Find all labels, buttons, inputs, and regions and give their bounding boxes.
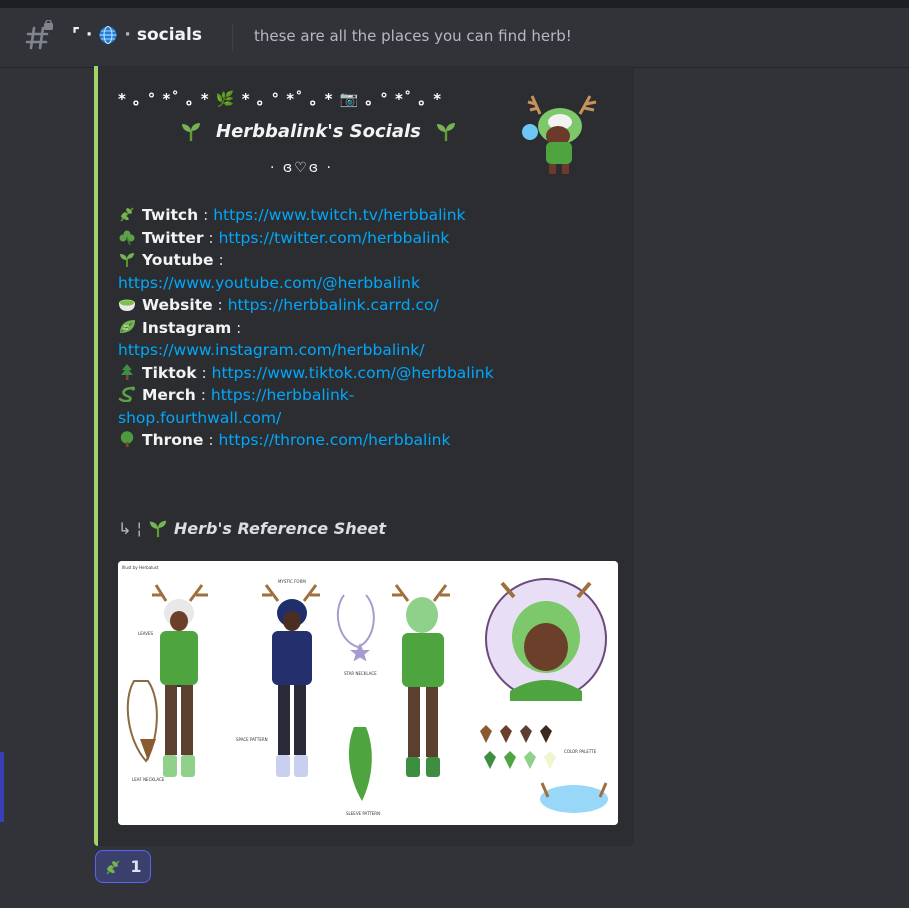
globe-icon	[99, 26, 117, 44]
seedling-icon	[182, 123, 200, 141]
herb-icon	[120, 207, 134, 222]
reaction-count: 1	[130, 857, 142, 876]
sheet-label-leaves: LEAVES	[138, 631, 154, 636]
channel-topic[interactable]: these are all the places you can find he…	[254, 27, 572, 45]
link-url[interactable]: https://throne.com/herbbalink	[219, 431, 451, 449]
link-row-merch: Merch : https://herbbalink-shop.fourthwa…	[118, 384, 498, 429]
link-label: Twitter	[142, 228, 204, 247]
reference-sheet-image[interactable]: Illust by Herbalust LEAVES LEAF NECKLACE…	[118, 561, 618, 825]
message-embed: * ｡ ° *˚ ｡ * 🌿 * ｡ ° *˚ ｡ * 📷 ｡ ° *˚ ｡ *…	[94, 66, 634, 846]
link-label: Tiktok	[142, 363, 197, 382]
link-separator: :	[203, 431, 219, 449]
link-url[interactable]: https://www.instagram.com/herbbalink/	[118, 341, 424, 359]
seedling-icon	[149, 520, 167, 538]
link-label: Merch	[142, 386, 196, 404]
link-label: Instagram	[142, 318, 232, 337]
link-separator: :	[196, 363, 212, 382]
seedling-icon	[120, 253, 134, 267]
sheet-credit: Illust by Herbalust	[122, 565, 159, 570]
seedling-icon	[436, 123, 455, 141]
link-row-website: Website : https://herbbalink.carrd.co/	[118, 294, 498, 317]
text-channel-icon	[25, 20, 53, 50]
sheet-label-sleeve: SLEEVE PATTERN	[346, 811, 380, 816]
channel-name-label: socials	[136, 25, 202, 45]
link-row-twitter: Twitter : https://twitter.com/herbbalink	[118, 227, 498, 250]
embed-subtitle: · ɞ♡ɞ ·	[270, 160, 333, 176]
link-label: Twitch	[142, 206, 199, 224]
sheet-label-leaf-necklace: LEAF NECKLACE	[132, 777, 165, 782]
channel-separator: ·	[124, 25, 131, 45]
link-separator: :	[203, 228, 219, 247]
embed-title-row: Herbbalink's Socials	[180, 120, 457, 142]
tree-icon	[120, 431, 134, 447]
reaction-button[interactable]: 1	[95, 850, 151, 883]
left-edge-bar	[0, 752, 4, 822]
link-row-instagram: Instagram : https://www.instagram.com/he…	[118, 317, 498, 362]
leaf-wind-icon	[120, 319, 135, 333]
shamrock-icon	[119, 230, 135, 245]
link-separator: :	[212, 296, 228, 314]
link-row-throne: Throne : https://throne.com/herbbalink	[118, 429, 498, 452]
sheet-label-star: STAR NECKLACE	[344, 671, 377, 676]
sheet-label-palette: COLOR PALETTE	[564, 749, 597, 754]
channel-name[interactable]: ⌜ · · socials	[72, 25, 202, 45]
embed-decoration: * ｡ ° *˚ ｡ * 🌿 * ｡ ° *˚ ｡ * 📷 ｡ ° *˚ ｡ *	[118, 90, 443, 108]
link-row-twitch: Twitch : https://www.twitch.tv/herbbalin…	[118, 204, 498, 227]
link-label: Website	[142, 296, 213, 314]
lizard-icon	[118, 386, 135, 402]
social-links-list: Twitch : https://www.twitch.tv/herbbalin…	[118, 204, 498, 452]
matcha-icon	[119, 299, 135, 311]
sheet-label-space: SPACE PATTERN	[236, 737, 268, 742]
deer-avatar-thumbnail[interactable]	[518, 84, 606, 180]
link-row-tiktok: Tiktok : https://www.tiktok.com/@herbbal…	[118, 362, 498, 385]
channel-prefix: ⌜ ·	[72, 25, 93, 45]
link-label: Youtube	[142, 251, 214, 269]
link-separator: :	[195, 386, 211, 404]
window-top-strip	[0, 0, 909, 8]
link-row-youtube: Youtube : https://www.youtube.com/@herbb…	[118, 249, 498, 294]
header-divider	[232, 24, 233, 51]
link-url[interactable]: https://www.youtube.com/@herbbalink	[118, 274, 420, 292]
reference-heading: ↳ ¦ Herb's Reference Sheet	[118, 518, 386, 538]
link-url[interactable]: https://twitter.com/herbbalink	[219, 229, 450, 247]
reference-prefix: ↳ ¦	[118, 518, 142, 538]
link-separator: :	[231, 318, 242, 337]
embed-title: Herbbalink's Socials	[216, 120, 421, 142]
link-separator: :	[198, 206, 214, 224]
sheet-label-mystic: MYSTIC FORM	[278, 579, 306, 584]
reference-title: Herb's Reference Sheet	[173, 518, 386, 538]
herb-icon	[106, 859, 121, 875]
channel-header: ⌜ · · socials these are all the places y…	[0, 8, 909, 68]
link-url[interactable]: https://www.twitch.tv/herbbalink	[213, 206, 465, 224]
link-url[interactable]: https://www.tiktok.com/@herbbalink	[212, 364, 494, 382]
link-separator: :	[213, 251, 224, 269]
evergreen-tree-icon	[121, 363, 133, 380]
link-label: Throne	[142, 431, 204, 449]
link-url[interactable]: https://herbbalink.carrd.co/	[228, 296, 439, 314]
